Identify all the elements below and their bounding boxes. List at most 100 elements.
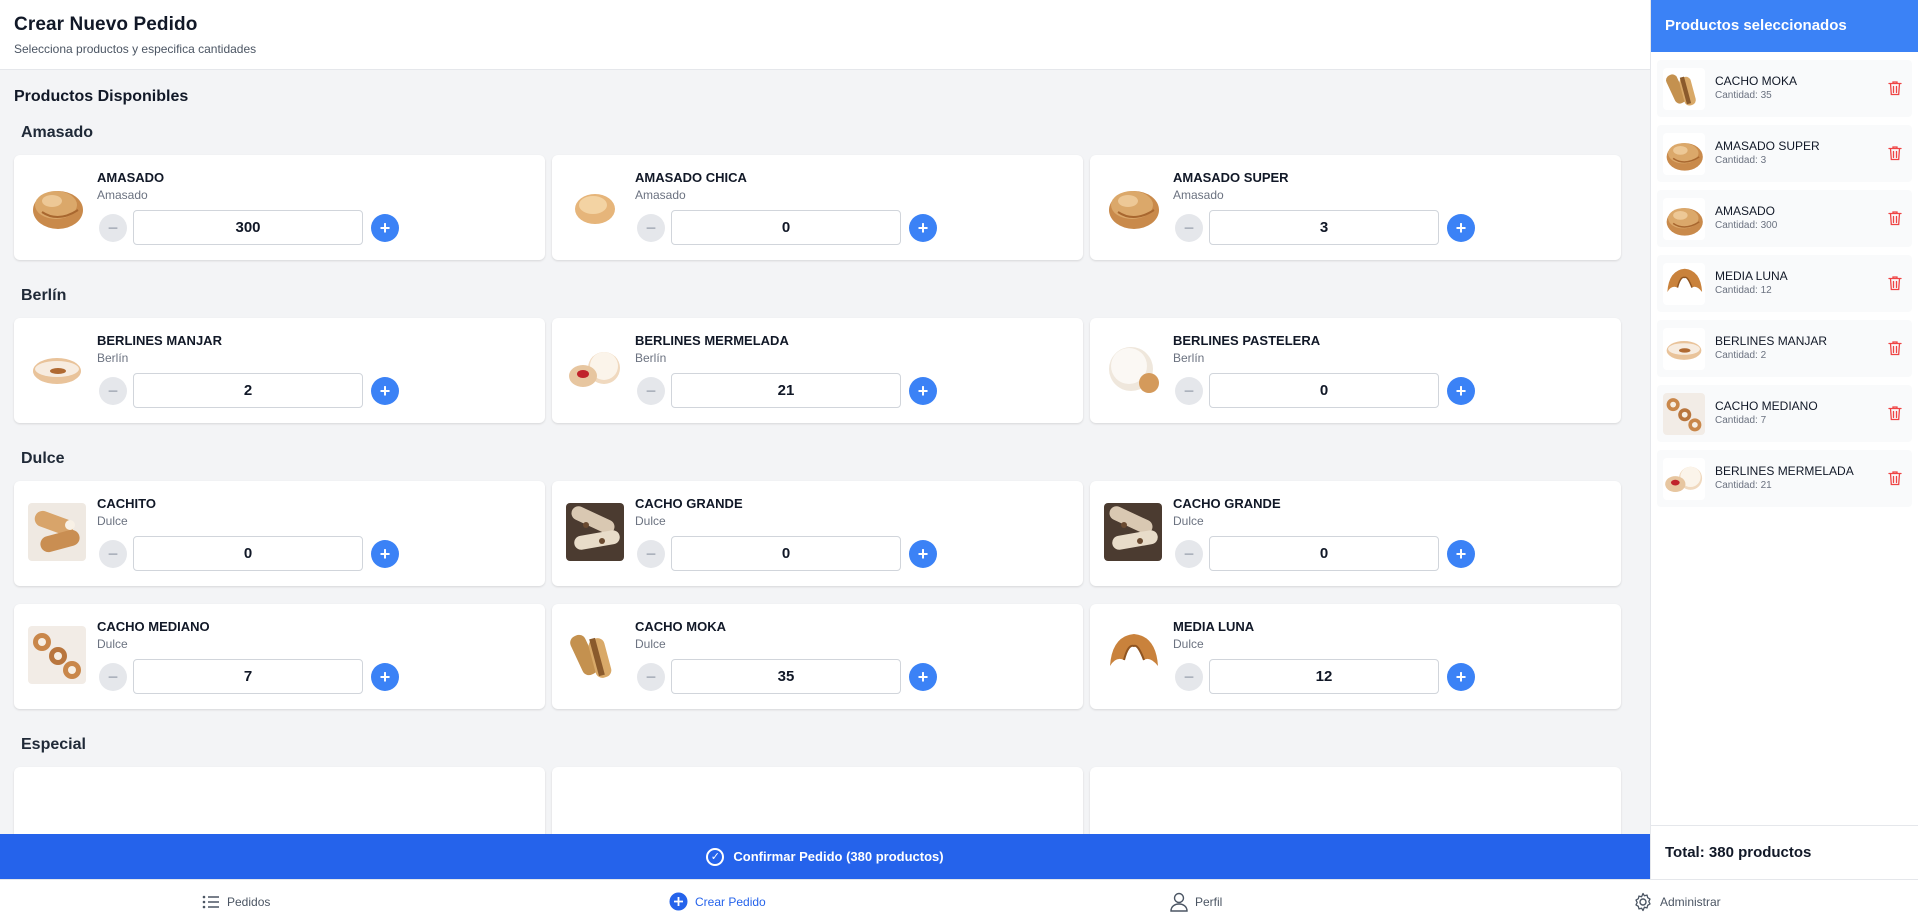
- decrease-quantity-button[interactable]: −: [637, 377, 665, 405]
- product-image: [566, 503, 624, 561]
- panel-title: Productos seleccionados: [1651, 0, 1918, 52]
- selected-product-item: AMASADO SUPER Cantidad: 3: [1657, 125, 1912, 182]
- trash-icon[interactable]: [1888, 80, 1902, 96]
- product-image: [28, 503, 86, 561]
- product-name: CACHITO: [97, 496, 156, 511]
- product-card: CACHO MEDIANO Dulce − 7 +: [14, 604, 545, 709]
- product-card: CACHO GRANDE Dulce − 0 +: [552, 481, 1083, 586]
- increase-quantity-button[interactable]: +: [909, 377, 937, 405]
- decrease-quantity-button[interactable]: −: [637, 214, 665, 242]
- increase-quantity-button[interactable]: +: [1447, 377, 1475, 405]
- nav-item-administrar[interactable]: Administrar: [1633, 880, 1721, 922]
- product-image: [28, 626, 86, 684]
- product-name: AMASADO SUPER: [1173, 170, 1289, 185]
- selected-product-name: BERLINES MANJAR: [1715, 334, 1828, 348]
- selected-product-image: [1663, 198, 1705, 240]
- selected-product-image: [1663, 458, 1705, 500]
- product-card: BERLINES MERMELADA Berlín − 21 +: [552, 318, 1083, 423]
- product-name: AMASADO: [97, 170, 165, 185]
- quantity-input[interactable]: 12: [1209, 659, 1439, 694]
- product-grid: CACHITO Dulce − 0 + CACHO GRANDE Dulce −…: [14, 481, 1636, 709]
- product-card: CACHO MOKA Dulce − 35 +: [552, 604, 1083, 709]
- page-subtitle: Selecciona productos y especifica cantid…: [14, 42, 257, 56]
- nav-item-crear-pedido[interactable]: Crear Pedido: [669, 880, 766, 922]
- product-name: CACHO GRANDE: [1173, 496, 1281, 511]
- quantity-input[interactable]: 7: [133, 659, 363, 694]
- quantity-input[interactable]: 0: [133, 536, 363, 571]
- product-name: BERLINES PASTELERA: [1173, 333, 1321, 348]
- decrease-quantity-button[interactable]: −: [99, 540, 127, 568]
- quantity-input[interactable]: 2: [133, 373, 363, 408]
- increase-quantity-button[interactable]: +: [371, 540, 399, 568]
- product-card: BERLINES PASTELERA Berlín − 0 +: [1090, 318, 1621, 423]
- selected-product-name: AMASADO SUPER: [1715, 139, 1820, 153]
- product-category: Dulce: [1173, 514, 1204, 528]
- increase-quantity-button[interactable]: +: [371, 663, 399, 691]
- trash-icon[interactable]: [1888, 340, 1902, 356]
- selected-product-item: CACHO MEDIANO Cantidad: 7: [1657, 385, 1912, 442]
- product-image: [1104, 177, 1162, 235]
- increase-quantity-button[interactable]: +: [909, 214, 937, 242]
- decrease-quantity-button[interactable]: −: [99, 214, 127, 242]
- increase-quantity-button[interactable]: +: [371, 214, 399, 242]
- nav-label: Perfil: [1195, 894, 1223, 909]
- products-content[interactable]: Productos Disponibles Amasado AMASADO Am…: [0, 70, 1650, 834]
- nav-label: Pedidos: [227, 894, 271, 909]
- quantity-input[interactable]: 300: [133, 210, 363, 245]
- decrease-quantity-button[interactable]: −: [637, 540, 665, 568]
- increase-quantity-button[interactable]: +: [1447, 214, 1475, 242]
- product-name: CACHO GRANDE: [635, 496, 743, 511]
- decrease-quantity-button[interactable]: −: [1175, 214, 1203, 242]
- order-total: Total: 380 productos: [1651, 825, 1918, 879]
- increase-quantity-button[interactable]: +: [909, 540, 937, 568]
- confirm-order-button[interactable]: ✓ Confirmar Pedido (380 productos): [0, 834, 1650, 879]
- decrease-quantity-button[interactable]: −: [1175, 377, 1203, 405]
- increase-quantity-button[interactable]: +: [371, 377, 399, 405]
- quantity-input[interactable]: 0: [671, 536, 901, 571]
- selected-products-panel: Productos seleccionados CACHO MOKA Canti…: [1650, 0, 1918, 879]
- product-card: AMASADO SUPER Amasado − 3 +: [1090, 155, 1621, 260]
- decrease-quantity-button[interactable]: −: [1175, 540, 1203, 568]
- quantity-input[interactable]: 3: [1209, 210, 1439, 245]
- product-name: BERLINES MERMELADA: [635, 333, 789, 348]
- selected-product-item: MEDIA LUNA Cantidad: 12: [1657, 255, 1912, 312]
- selected-products-list: CACHO MOKA Cantidad: 35 AMASADO SUPER Ca…: [1651, 52, 1918, 523]
- nav-item-perfil[interactable]: Perfil: [1170, 880, 1222, 922]
- trash-icon[interactable]: [1888, 470, 1902, 486]
- product-image: [1104, 626, 1162, 684]
- quantity-input[interactable]: 35: [671, 659, 901, 694]
- bottom-navigation: Pedidos Crear Pedido Perfil Administrar: [0, 879, 1918, 922]
- product-name: CACHO MEDIANO: [97, 619, 210, 634]
- trash-icon[interactable]: [1888, 275, 1902, 291]
- increase-quantity-button[interactable]: +: [909, 663, 937, 691]
- quantity-input[interactable]: 21: [671, 373, 901, 408]
- nav-label: Crear Pedido: [695, 894, 766, 909]
- increase-quantity-button[interactable]: +: [1447, 663, 1475, 691]
- page-title: Crear Nuevo Pedido: [14, 14, 198, 35]
- selected-product-name: MEDIA LUNA: [1715, 269, 1788, 283]
- product-image: [28, 177, 86, 235]
- selected-product-name: CACHO MOKA: [1715, 74, 1798, 88]
- increase-quantity-button[interactable]: +: [1447, 540, 1475, 568]
- trash-icon[interactable]: [1888, 405, 1902, 421]
- quantity-input[interactable]: 0: [1209, 373, 1439, 408]
- trash-icon[interactable]: [1888, 210, 1902, 226]
- decrease-quantity-button[interactable]: −: [637, 663, 665, 691]
- product-category: Berlín: [1173, 351, 1205, 365]
- selected-product-item: BERLINES MERMELADA Cantidad: 21: [1657, 450, 1912, 507]
- quantity-input[interactable]: 0: [671, 210, 901, 245]
- product-name: AMASADO CHICA: [635, 170, 747, 185]
- product-image: [566, 340, 624, 398]
- decrease-quantity-button[interactable]: −: [99, 663, 127, 691]
- quantity-input[interactable]: 0: [1209, 536, 1439, 571]
- selected-product-name: CACHO MEDIANO: [1715, 399, 1818, 413]
- trash-icon[interactable]: [1888, 145, 1902, 161]
- selected-product-quantity: Cantidad: 3: [1715, 155, 1767, 166]
- category-title: Dulce: [21, 450, 65, 467]
- product-category: Dulce: [1173, 637, 1204, 651]
- product-name: BERLINES MANJAR: [97, 333, 222, 348]
- decrease-quantity-button[interactable]: −: [99, 377, 127, 405]
- decrease-quantity-button[interactable]: −: [1175, 663, 1203, 691]
- selected-product-item: AMASADO Cantidad: 300: [1657, 190, 1912, 247]
- nav-item-pedidos[interactable]: Pedidos: [202, 880, 270, 922]
